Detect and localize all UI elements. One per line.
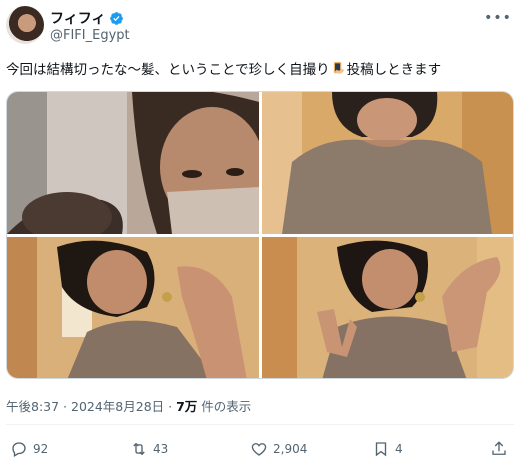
divider	[6, 424, 514, 425]
avatar[interactable]	[6, 6, 44, 44]
like-count: 2,904	[273, 442, 308, 456]
reply-icon	[12, 442, 26, 457]
action-bar: 92 43 2,904 4	[0, 436, 520, 466]
bookmark-count: 4	[395, 442, 403, 456]
share-icon	[492, 441, 506, 455]
retweet-icon	[133, 442, 145, 456]
display-name[interactable]: フィフィ	[50, 8, 105, 28]
view-label: 件の表示	[197, 399, 252, 414]
author-handle[interactable]: @FIFI_Egypt	[50, 28, 130, 43]
bookmark-icon	[375, 442, 387, 457]
retweet-button[interactable]: 43	[130, 440, 168, 458]
photo-3-image	[7, 237, 259, 378]
author-name-row: フィフィ	[50, 8, 124, 28]
selfie-emoji-icon	[333, 61, 344, 74]
tweet-header: フィフィ @FIFI_Egypt •••	[0, 0, 520, 52]
tweet-meta: 午後8:37 · 2024年8月28日 · 7万 件の表示	[6, 396, 251, 415]
photo-2[interactable]	[262, 92, 513, 234]
tweet-text: 今回は結構切ったな〜髪、ということで珍しく自撮り 投稿しときます	[6, 60, 514, 80]
photo-4-image	[262, 237, 513, 378]
reply-count: 92	[33, 442, 49, 456]
photo-1[interactable]	[7, 92, 259, 234]
share-button[interactable]	[490, 440, 508, 458]
like-button[interactable]: 2,904	[250, 440, 307, 458]
retweet-count: 43	[153, 442, 169, 456]
photo-4[interactable]	[262, 237, 513, 378]
photo-grid	[6, 91, 514, 379]
tweet-timestamp[interactable]: 午後8:37 · 2024年8月28日 ·	[6, 399, 176, 414]
photo-1-image	[7, 92, 259, 234]
photo-3[interactable]	[7, 237, 259, 378]
reply-button[interactable]: 92	[10, 440, 48, 458]
view-count: 7万	[176, 399, 198, 414]
photo-2-image	[262, 92, 513, 234]
verified-badge-icon	[110, 11, 124, 25]
more-options-icon[interactable]: •••	[484, 6, 511, 30]
tweet-text-part-1: 今回は結構切ったな〜髪、ということで珍しく自撮り	[6, 62, 330, 78]
tweet-text-part-2: 投稿しときます	[346, 62, 442, 78]
heart-icon	[251, 443, 267, 456]
bookmark-button[interactable]: 4	[372, 440, 403, 458]
